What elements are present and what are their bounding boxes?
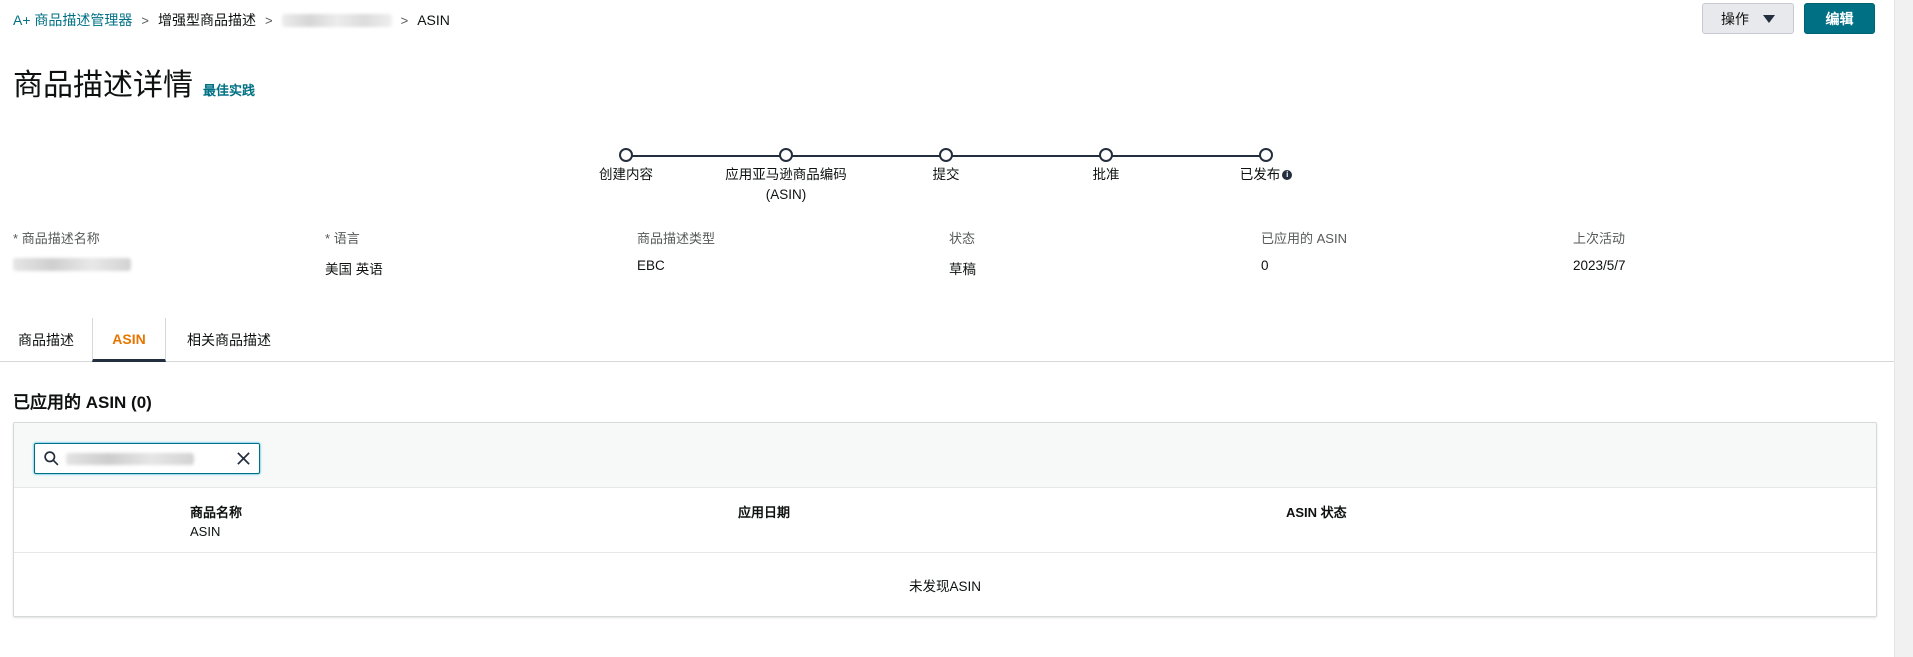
- chevron-right-icon: >: [141, 12, 149, 28]
- detail-label: 上次活动: [1573, 231, 1626, 246]
- detail-label: * 语言: [325, 228, 383, 248]
- tab-related-content[interactable]: 相关商品描述: [170, 318, 288, 362]
- asin-search-input[interactable]: [65, 446, 215, 471]
- breadcrumb-level2[interactable]: 增强型商品描述: [158, 10, 256, 30]
- step-label: 提交: [932, 167, 960, 182]
- best-practice-link[interactable]: 最佳实践: [203, 80, 255, 99]
- applied-asin-title: 已应用的 ASIN (0): [13, 393, 152, 412]
- column-product-name[interactable]: 商品名称 ASIN: [190, 502, 242, 539]
- column-asin-status[interactable]: ASIN 状态: [1286, 502, 1347, 521]
- asin-search-box[interactable]: [34, 443, 260, 474]
- operations-dropdown-button[interactable]: 操作: [1702, 3, 1794, 34]
- detail-value: 0: [1261, 258, 1269, 273]
- search-icon: [44, 451, 59, 466]
- breadcrumb-current: ASIN: [417, 12, 450, 28]
- step-published: 已发布 i: [1186, 148, 1346, 185]
- progress-stepper: 创建内容 应用亚马逊商品编码 (ASIN) 提交 批准 已发布 i: [599, 148, 1293, 208]
- operations-button-label: 操作: [1721, 10, 1749, 27]
- step-label: 创建内容: [599, 167, 653, 182]
- step-submit: 提交: [866, 148, 1026, 185]
- detail-value: 2023/5/7: [1573, 258, 1626, 273]
- chevron-right-icon: >: [400, 12, 409, 28]
- detail-label: 商品描述类型: [637, 231, 716, 246]
- step-label: 已发布 i: [1186, 165, 1346, 185]
- required-mark: *: [13, 231, 19, 246]
- breadcrumb-redacted-item: [281, 13, 392, 27]
- panel-toolbar: [14, 423, 1876, 488]
- column-product-name-label: 商品名称: [190, 505, 243, 520]
- detail-content-type: 商品描述类型 EBC: [637, 228, 715, 278]
- detail-label: 状态: [949, 231, 976, 246]
- top-actions: 操作 编辑: [1702, 3, 1875, 34]
- step-label-sub: (ASIN): [765, 187, 807, 202]
- step-dot: [1099, 148, 1113, 162]
- empty-state-message: 未发现ASIN: [908, 578, 981, 594]
- page: A+ 商品描述管理器 > 增强型商品描述 > > ASIN 操作 编辑 商品描述…: [0, 0, 1913, 657]
- detail-label-text: 语言: [333, 231, 360, 246]
- required-mark: *: [325, 231, 331, 246]
- detail-applied-asin: 已应用的 ASIN 0: [1261, 228, 1347, 278]
- caret-down-icon: [1763, 14, 1775, 23]
- detail-label: * 商品描述名称: [13, 228, 131, 248]
- tab-bar: 商品描述 ASIN 相关商品描述: [0, 318, 1913, 362]
- title-row: 商品描述详情 最佳实践: [13, 60, 255, 104]
- close-icon[interactable]: [236, 451, 251, 466]
- page-scrollbar[interactable]: [1894, 0, 1913, 657]
- column-applied-date[interactable]: 应用日期: [738, 502, 790, 521]
- step-apply-asin: 应用亚马逊商品编码 (ASIN): [706, 148, 866, 205]
- detail-language: * 语言 美国 英语: [325, 228, 383, 278]
- step-label: 应用亚马逊商品编码 (ASIN): [706, 165, 866, 205]
- page-title: 商品描述详情: [13, 69, 193, 102]
- scrollbar-thumb[interactable]: [1899, 0, 1909, 657]
- step-label-main: 已发布: [1239, 167, 1281, 182]
- step-create-content: 创建内容: [546, 148, 706, 185]
- step-dot: [779, 148, 793, 162]
- chevron-right-icon: >: [265, 12, 273, 28]
- detail-label: 已应用的 ASIN: [1261, 231, 1347, 246]
- detail-status: 状态 草稿: [949, 228, 976, 278]
- breadcrumb-root-link[interactable]: A+ 商品描述管理器: [13, 10, 132, 30]
- detail-last-activity: 上次活动 2023/5/7: [1573, 228, 1626, 278]
- step-dot: [1259, 148, 1273, 162]
- table-header: 商品名称 ASIN 应用日期 ASIN 状态: [14, 488, 1876, 553]
- detail-value: EBC: [637, 258, 665, 273]
- detail-content-name: * 商品描述名称: [13, 228, 131, 278]
- details-grid: * 商品描述名称 * 语言 美国 英语 商品描述类型 EBC 状态 草稿 已应用…: [13, 228, 1873, 288]
- edit-button[interactable]: 编辑: [1804, 3, 1875, 34]
- breadcrumb: A+ 商品描述管理器 > 增强型商品描述 > > ASIN: [13, 10, 450, 30]
- column-asin-sublabel: ASIN: [190, 524, 221, 539]
- step-label: 批准: [1092, 167, 1120, 182]
- step-dot: [939, 148, 953, 162]
- info-icon[interactable]: i: [1282, 170, 1293, 181]
- step-approve: 批准: [1026, 148, 1186, 185]
- redacted-content-name: [13, 258, 131, 271]
- asin-table-panel: 商品名称 ASIN 应用日期 ASIN 状态 未发现ASIN: [13, 422, 1877, 617]
- tab-asin[interactable]: ASIN: [92, 318, 166, 362]
- step-label-main: 应用亚马逊商品编码: [725, 167, 847, 182]
- detail-value: 草稿: [949, 262, 976, 277]
- step-dot: [619, 148, 633, 162]
- detail-value: [13, 258, 131, 278]
- tab-content[interactable]: 商品描述: [0, 318, 92, 362]
- detail-value: 美国 英语: [325, 262, 383, 277]
- detail-label-text: 商品描述名称: [21, 231, 100, 246]
